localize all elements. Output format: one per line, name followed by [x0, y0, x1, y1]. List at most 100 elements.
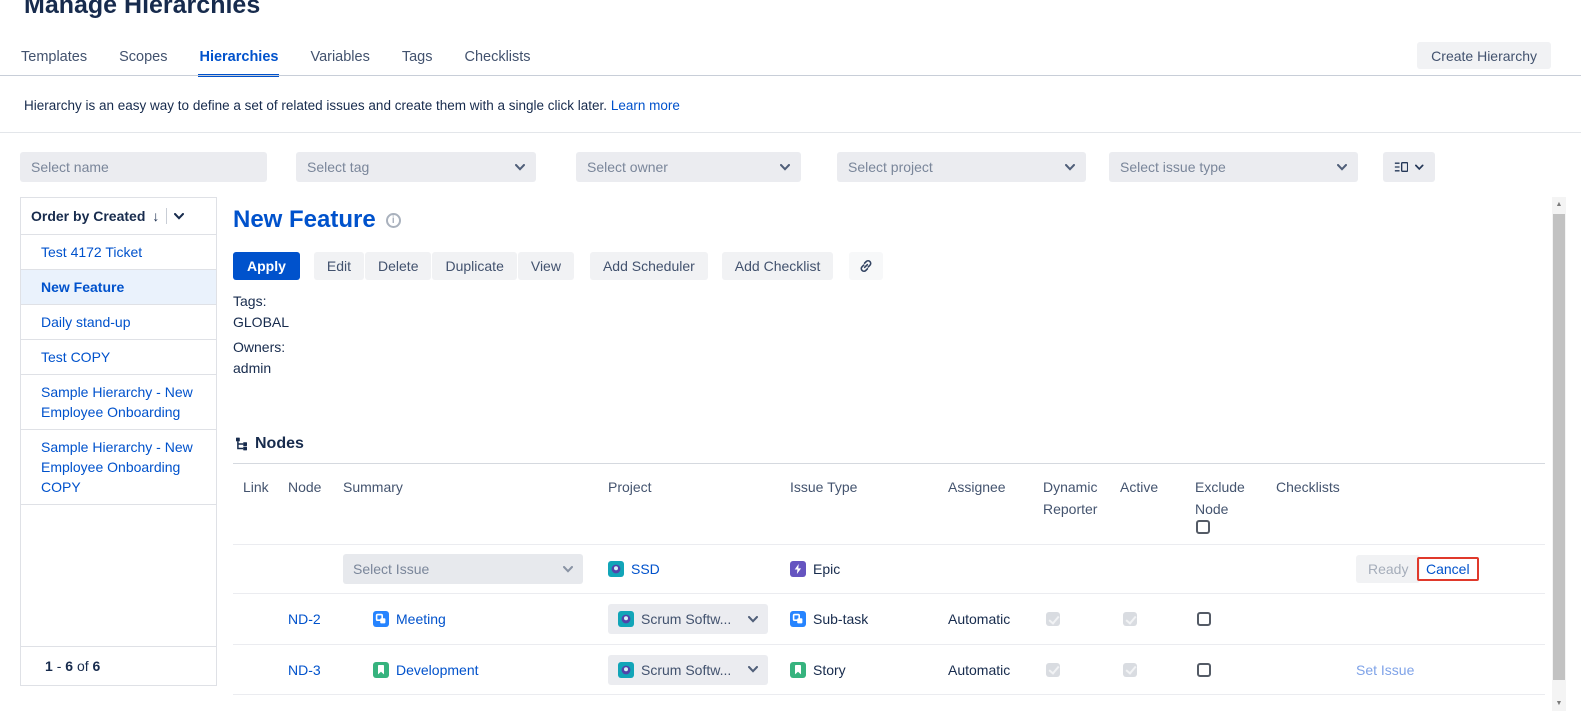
tab-variables[interactable]: Variables: [309, 47, 370, 77]
duplicate-button[interactable]: Duplicate: [432, 252, 516, 280]
apply-button[interactable]: Apply: [233, 252, 300, 280]
tab-hierarchies[interactable]: Hierarchies: [198, 47, 279, 77]
name-filter[interactable]: [20, 152, 267, 182]
tab-tags[interactable]: Tags: [401, 47, 434, 77]
column-header-exclude-node: Exclude Node: [1195, 476, 1253, 520]
set-issue-link[interactable]: Set Issue: [1356, 662, 1414, 678]
page-range-end: 6: [65, 658, 73, 674]
project-dropdown-value: Scrum Softw...: [641, 611, 731, 627]
annotation-highlight-box: Cancel: [1417, 557, 1479, 581]
project-dropdown[interactable]: Scrum Softw...: [608, 655, 768, 685]
select-issue-placeholder: Select Issue: [353, 561, 429, 577]
issue-type-cell: Sub-task: [790, 611, 868, 627]
description-divider: [0, 132, 1581, 133]
chevron-down-icon: [1065, 164, 1075, 171]
chevron-down-icon: [1337, 164, 1347, 171]
issue-type-filter-select[interactable]: Select issue type: [1109, 152, 1358, 182]
owners-value: admin: [233, 358, 285, 379]
exclude-node-cell: [1197, 612, 1211, 626]
owners-label: Owners:: [233, 337, 285, 358]
hierarchy-list-panel: Order by Created ↓ Test 4172 Ticket New …: [20, 197, 217, 686]
tag-filter-select[interactable]: Select tag: [296, 152, 536, 182]
tab-scopes[interactable]: Scopes: [118, 47, 168, 77]
hierarchy-list-item[interactable]: Daily stand-up: [21, 305, 216, 340]
exclude-all-checkbox[interactable]: [1196, 520, 1210, 534]
add-scheduler-button[interactable]: Add Scheduler: [590, 252, 708, 280]
exclude-node-checkbox[interactable]: [1197, 663, 1211, 677]
chevron-down-icon: [563, 566, 573, 573]
project-filter-select[interactable]: Select project: [837, 152, 1086, 182]
summary-link[interactable]: Meeting: [396, 611, 446, 627]
learn-more-link[interactable]: Learn more: [611, 98, 680, 113]
tab-templates[interactable]: Templates: [20, 47, 88, 77]
project-link[interactable]: SSD: [631, 561, 660, 577]
table-row-new-node: Select Issue SSD Epic Ready Cancel: [233, 545, 1545, 594]
scroll-up-arrow-icon[interactable]: ▲: [1552, 197, 1566, 212]
hierarchy-list-item[interactable]: Sample Hierarchy - New Employee Onboardi…: [21, 375, 216, 430]
info-icon[interactable]: i: [386, 213, 401, 228]
issue-type-label: Sub-task: [813, 611, 868, 627]
dynamic-reporter-checkbox[interactable]: [1046, 663, 1060, 677]
project-cell: SSD: [608, 561, 660, 577]
summary-link[interactable]: Development: [396, 662, 479, 678]
edit-button[interactable]: Edit: [314, 252, 364, 280]
summary-cell: Meeting: [373, 611, 446, 627]
vertical-scrollbar[interactable]: ▲ ▼: [1552, 197, 1566, 711]
cancel-cell: Cancel: [1417, 557, 1479, 581]
chevron-down-icon[interactable]: [174, 213, 184, 220]
column-header-assignee: Assignee: [948, 476, 1028, 498]
ready-button[interactable]: Ready: [1356, 555, 1420, 583]
tabs-divider: [0, 75, 1581, 76]
chevron-down-icon: [748, 616, 758, 623]
active-checkbox[interactable]: [1123, 663, 1137, 677]
scrollbar-thumb[interactable]: [1553, 214, 1565, 680]
description-text: Hierarchy is an easy way to define a set…: [24, 98, 607, 113]
divider: [166, 208, 167, 224]
view-options-button[interactable]: [1383, 152, 1435, 182]
summary-cell: Development: [373, 662, 479, 678]
page-range-total: 6: [93, 658, 101, 674]
chevron-down-icon: [780, 164, 790, 171]
active-checkbox[interactable]: [1123, 612, 1137, 626]
delete-button[interactable]: Delete: [365, 252, 431, 280]
manage-hierarchies-screen: Manage Hierarchies Templates Scopes Hier…: [0, 0, 1581, 711]
hierarchy-list-item-selected[interactable]: New Feature: [21, 270, 216, 305]
add-checklist-button[interactable]: Add Checklist: [722, 252, 834, 280]
create-hierarchy-button[interactable]: Create Hierarchy: [1417, 42, 1551, 69]
tab-checklists[interactable]: Checklists: [463, 47, 531, 77]
owners-section: Owners: admin: [233, 337, 285, 379]
dynamic-reporter-cell: [1046, 663, 1060, 677]
exclude-node-checkbox[interactable]: [1197, 612, 1211, 626]
sort-descending-icon[interactable]: ↓: [152, 208, 159, 224]
project-dropdown[interactable]: Scrum Softw...: [608, 604, 768, 634]
issue-type-cell: Story: [790, 662, 846, 678]
chevron-down-icon: [1415, 164, 1424, 171]
hierarchy-list-item[interactable]: Sample Hierarchy - New Employee Onboardi…: [21, 430, 216, 505]
order-by-label: Order by Created: [31, 208, 145, 224]
owner-filter-select[interactable]: Select owner: [576, 152, 801, 182]
node-key-link[interactable]: ND-2: [288, 611, 321, 627]
issue-type-label: Story: [813, 662, 846, 678]
tag-filter-value: Select tag: [307, 159, 369, 175]
column-header-project: Project: [608, 476, 768, 498]
owner-filter-value: Select owner: [587, 159, 668, 175]
page-range-start: 1: [45, 658, 53, 674]
column-header-link: Link: [243, 476, 285, 498]
name-filter-input[interactable]: [20, 152, 267, 182]
view-button[interactable]: View: [518, 252, 574, 280]
column-header-issue-type: Issue Type: [790, 476, 930, 498]
select-issue-dropdown[interactable]: Select Issue: [343, 554, 583, 584]
chevron-down-icon: [748, 666, 758, 673]
hierarchy-list-item[interactable]: Test COPY: [21, 340, 216, 375]
active-cell: [1123, 663, 1137, 677]
edit-actions-group: Edit Delete Duplicate View: [314, 252, 574, 280]
dynamic-reporter-checkbox[interactable]: [1046, 612, 1060, 626]
order-by-control[interactable]: Order by Created ↓: [21, 198, 216, 235]
copy-link-button[interactable]: [849, 252, 883, 280]
hierarchy-list-item[interactable]: Test 4172 Ticket: [21, 235, 216, 270]
column-header-dynamic-reporter: Dynamic Reporter: [1043, 476, 1105, 520]
scroll-down-arrow-icon[interactable]: ▼: [1552, 696, 1566, 711]
nodes-table-header: Link Node Summary Project Issue Type Ass…: [233, 464, 1545, 545]
cancel-button[interactable]: Cancel: [1426, 561, 1470, 577]
node-key-link[interactable]: ND-3: [288, 662, 321, 678]
